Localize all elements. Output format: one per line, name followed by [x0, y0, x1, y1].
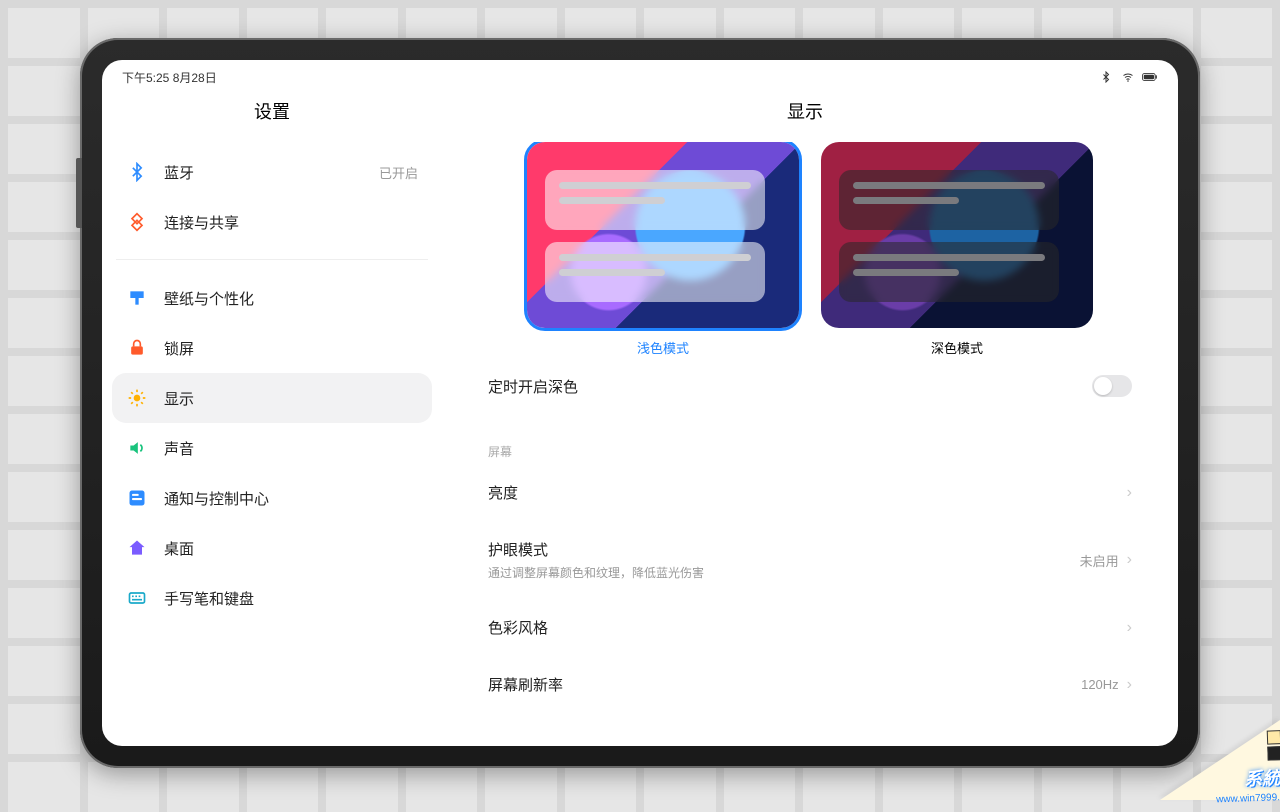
sidebar-item-label: 声音: [164, 438, 194, 459]
tablet-frame: 下午5:25 8月28日 设置 蓝牙 已开启: [80, 38, 1200, 768]
schedule-toggle[interactable]: [1092, 375, 1132, 397]
sun-icon: [126, 387, 148, 409]
sidebar-item-label: 通知与控制中心: [164, 488, 269, 509]
sidebar: 设置 蓝牙 已开启 连接与共享 壁纸与个性化: [102, 88, 442, 746]
main-panel: 显示 浅色模式: [442, 88, 1178, 746]
wifi-icon: [1120, 71, 1136, 83]
mode-dark[interactable]: 深色模式: [821, 142, 1093, 357]
lock-icon: [126, 337, 148, 359]
sidebar-item-wallpaper[interactable]: 壁纸与个性化: [112, 273, 432, 323]
sidebar-item-label: 蓝牙: [164, 162, 194, 183]
volume-button: [76, 158, 82, 228]
sidebar-item-share[interactable]: 连接与共享: [112, 197, 432, 247]
row-schedule-dark[interactable]: 定时开启深色: [488, 357, 1132, 415]
page-title: 显示: [442, 88, 1168, 142]
status-time: 下午5:25 8月28日: [122, 69, 217, 86]
sidebar-item-label: 壁纸与个性化: [164, 288, 254, 309]
chevron-right-icon: ›: [1127, 619, 1132, 637]
sidebar-item-sound[interactable]: 声音: [112, 423, 432, 473]
row-label: 屏幕刷新率: [488, 674, 563, 695]
sidebar-item-display[interactable]: 显示: [112, 373, 432, 423]
sidebar-item-label: 手写笔和键盘: [164, 588, 254, 609]
speaker-icon: [126, 437, 148, 459]
sidebar-title: 设置: [112, 88, 432, 142]
brush-icon: [126, 287, 148, 309]
screen: 下午5:25 8月28日 设置 蓝牙 已开启: [102, 60, 1178, 746]
row-label: 定时开启深色: [488, 376, 578, 397]
sidebar-item-label: 锁屏: [164, 338, 194, 359]
divider: [116, 259, 428, 260]
sidebar-item-stylus[interactable]: 手写笔和键盘: [112, 573, 432, 623]
row-sublabel: 通过调整屏幕颜色和纹理，降低蓝光伤害: [488, 564, 704, 581]
mode-light[interactable]: 浅色模式: [527, 142, 799, 357]
chevron-right-icon: ›: [1127, 676, 1132, 694]
chevron-right-icon: ›: [1127, 551, 1132, 569]
bluetooth-icon: [1098, 71, 1114, 83]
sidebar-item-notification[interactable]: 通知与控制中心: [112, 473, 432, 523]
watermark: 系統粉 www.win7999.com: [1214, 730, 1280, 806]
battery-icon: [1142, 71, 1158, 83]
row-eyecare[interactable]: 护眼模式 通过调整屏幕颜色和纹理，降低蓝光伤害 未启用 ›: [488, 521, 1132, 599]
sidebar-item-label: 显示: [164, 388, 194, 409]
status-icons: [1098, 71, 1158, 83]
sidebar-item-home[interactable]: 桌面: [112, 523, 432, 573]
chevron-right-icon: ›: [1127, 484, 1132, 502]
sidebar-item-label: 连接与共享: [164, 212, 239, 233]
section-screen: 屏幕: [488, 415, 1132, 464]
sidebar-item-bluetooth[interactable]: 蓝牙 已开启: [112, 147, 432, 197]
sidebar-item-label: 桌面: [164, 538, 194, 559]
bluetooth-icon: [126, 161, 148, 183]
row-refresh-rate[interactable]: 屏幕刷新率 120Hz ›: [488, 656, 1132, 713]
status-bar: 下午5:25 8月28日: [102, 60, 1178, 88]
mode-dark-label: 深色模式: [931, 338, 983, 357]
home-icon: [126, 537, 148, 559]
color-mode-picker: 浅色模式 深色模式: [488, 142, 1132, 357]
control-icon: [126, 487, 148, 509]
row-value: 120Hz: [1081, 677, 1119, 692]
share-icon: [126, 211, 148, 233]
row-brightness[interactable]: 亮度 ›: [488, 464, 1132, 521]
keyboard-icon: [126, 587, 148, 609]
row-color-style[interactable]: 色彩风格 ›: [488, 599, 1132, 656]
row-label: 护眼模式: [488, 539, 704, 560]
row-label: 色彩风格: [488, 617, 548, 638]
mode-light-label: 浅色模式: [637, 338, 689, 357]
sidebar-item-trail: 已开启: [379, 163, 418, 182]
sidebar-item-lockscreen[interactable]: 锁屏: [112, 323, 432, 373]
row-value: 未启用: [1080, 551, 1119, 570]
row-label: 亮度: [488, 482, 518, 503]
